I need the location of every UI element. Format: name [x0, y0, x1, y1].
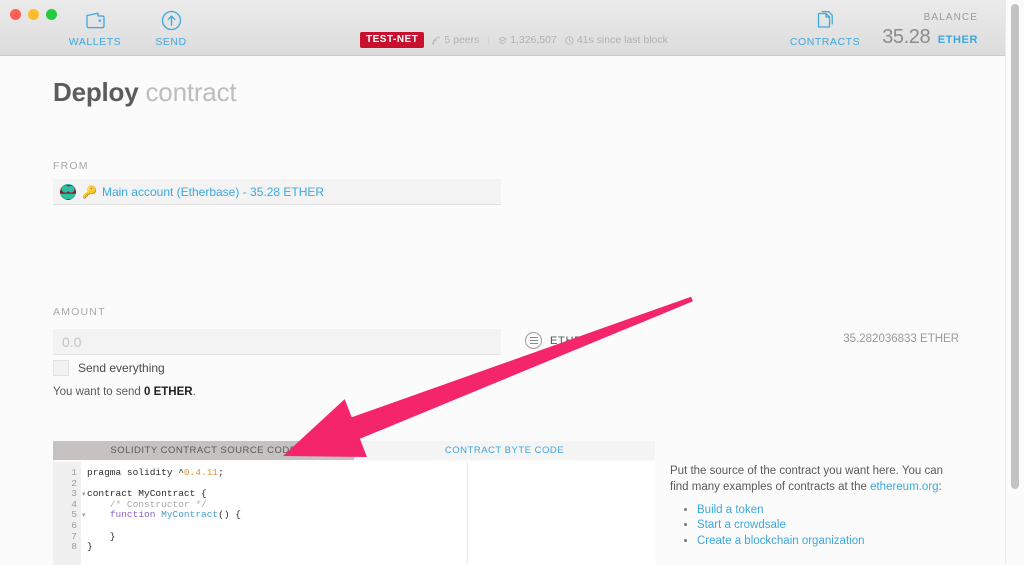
- code-tabs: SOLIDITY CONTRACT SOURCE CODE CONTRACT B…: [53, 441, 655, 460]
- balance-unit: ETHER: [937, 34, 978, 46]
- help-link-start-crowdsale[interactable]: Start a crowdsale: [697, 519, 786, 531]
- balance-row: 35.28 ETHER: [882, 26, 978, 49]
- help-panel: Put the source of the contract you want …: [670, 463, 960, 550]
- amount-unit-select[interactable]: ETHER: [525, 332, 591, 349]
- code-line: pragma solidity ^0.4.11;: [87, 467, 224, 478]
- send-everything-label: Send everything: [78, 361, 165, 375]
- fold-toggle-icon: ▾: [81, 491, 86, 500]
- nav-button-send[interactable]: SEND: [128, 8, 214, 48]
- send-everything-checkbox[interactable]: [53, 360, 69, 376]
- clock-icon: [565, 35, 574, 45]
- balance-label: BALANCE: [923, 12, 978, 23]
- send-summary-prefix: You want to send: [53, 386, 145, 398]
- send-summary: You want to send 0 ETHER.: [53, 386, 196, 398]
- balance-display: BALANCE 35.28 ETHER: [882, 12, 978, 49]
- page-title-strong: Deploy: [53, 77, 139, 107]
- line-number: 1: [71, 467, 77, 478]
- status-badge-testnet: TEST-NET: [360, 32, 425, 48]
- code-line: }: [87, 541, 93, 553]
- window-minimize-button[interactable]: [28, 9, 39, 20]
- block-icon: [498, 36, 507, 44]
- send-everything-row[interactable]: Send everything: [53, 360, 165, 376]
- help-paragraph: Put the source of the contract you want …: [670, 463, 960, 495]
- block-number-status: 1,326,507: [498, 34, 557, 46]
- window-close-button[interactable]: [10, 9, 21, 20]
- peers-label: 5 peers: [444, 34, 480, 46]
- line-number: 6: [71, 519, 77, 531]
- line-number: 8: [71, 541, 77, 553]
- editor-line-gutter: 1 2 3 ▾ 4 5 ▾ 6 7 8: [53, 462, 86, 565]
- from-account-text: Main account (Etherbase) - 35.28 ETHER: [101, 184, 325, 199]
- last-block-label: 41s since last block: [576, 34, 668, 46]
- nav-label-send: SEND: [155, 36, 187, 48]
- page-title-light: contract: [138, 77, 237, 107]
- network-status-bar: TEST-NET 5 peers | 1,326,507 41s since l…: [360, 32, 668, 48]
- last-block-status: 41s since last block: [565, 34, 668, 46]
- unit-list-icon: [525, 332, 542, 349]
- send-summary-amount: 0 ETHER: [144, 386, 193, 398]
- amount-input[interactable]: [53, 329, 501, 355]
- tab-solidity-source[interactable]: SOLIDITY CONTRACT SOURCE CODE: [53, 441, 354, 460]
- vertical-scrollbar[interactable]: [1005, 0, 1024, 565]
- nav-label-wallets: WALLETS: [68, 36, 122, 48]
- amount-unit-label: ETHER: [550, 334, 591, 347]
- list-item: Build a token: [697, 504, 960, 517]
- editor-code-area[interactable]: pragma solidity ^0.4.11; contract MyCont…: [81, 462, 466, 565]
- send-summary-suffix: .: [192, 386, 196, 398]
- send-circle-arrow-icon: [161, 8, 182, 32]
- help-link-blockchain-org[interactable]: Create a blockchain organization: [697, 535, 865, 547]
- page-title: Deploy contract: [53, 77, 237, 108]
- help-links-list: Build a token Start a crowdsale Create a…: [670, 504, 960, 548]
- identicon-avatar: [60, 183, 76, 200]
- list-item: Start a crowdsale: [697, 519, 960, 532]
- balance-value: 35.28: [882, 26, 931, 48]
- solidity-code-editor[interactable]: 1 2 3 ▾ 4 5 ▾ 6 7 8 pragma solidity ^0.4.1…: [53, 462, 466, 565]
- code-line: function MyContract() {: [109, 509, 241, 521]
- status-separator-1: |: [487, 34, 491, 46]
- help-link-build-token[interactable]: Build a token: [697, 504, 764, 516]
- contracts-documents-icon: [814, 8, 836, 32]
- fold-toggle-icon: ▾: [81, 512, 86, 521]
- top-toolbar: WALLETS SEND CONTRACTS TEST-NET 5 peers …: [0, 0, 1005, 56]
- from-account-select[interactable]: 🔑 Main account (Etherbase) - 35.28 ETHER: [53, 179, 501, 205]
- max-balance-label: 35.282036833 ETHER: [843, 333, 959, 345]
- wallet-icon: [85, 8, 105, 32]
- app-window: WALLETS SEND CONTRACTS TEST-NET 5 peers …: [0, 0, 1024, 565]
- scrollbar-thumb[interactable]: [1011, 4, 1019, 489]
- ethereum-org-link[interactable]: ethereum.org: [870, 481, 938, 493]
- block-number-label: 1,326,507: [510, 34, 557, 46]
- tab-contract-bytecode[interactable]: CONTRACT BYTE CODE: [354, 441, 655, 460]
- from-label: FROM: [53, 160, 89, 172]
- key-icon: 🔑: [82, 184, 97, 199]
- bytecode-pane[interactable]: [467, 462, 655, 565]
- amount-label: AMOUNT: [53, 306, 106, 318]
- peers-status: 5 peers: [432, 34, 479, 46]
- signal-icon: [432, 36, 441, 45]
- nav-button-wallets[interactable]: WALLETS: [52, 8, 138, 48]
- code-line: }: [87, 530, 116, 542]
- main-content: Deploy contract FROM 🔑 Main account (Eth…: [0, 57, 1005, 565]
- help-text-part2: :: [938, 481, 942, 493]
- nav-label-contracts: CONTRACTS: [789, 36, 861, 48]
- nav-button-contracts[interactable]: CONTRACTS: [782, 8, 868, 48]
- list-item: Create a blockchain organization: [697, 535, 960, 548]
- window-traffic-lights: [10, 9, 57, 20]
